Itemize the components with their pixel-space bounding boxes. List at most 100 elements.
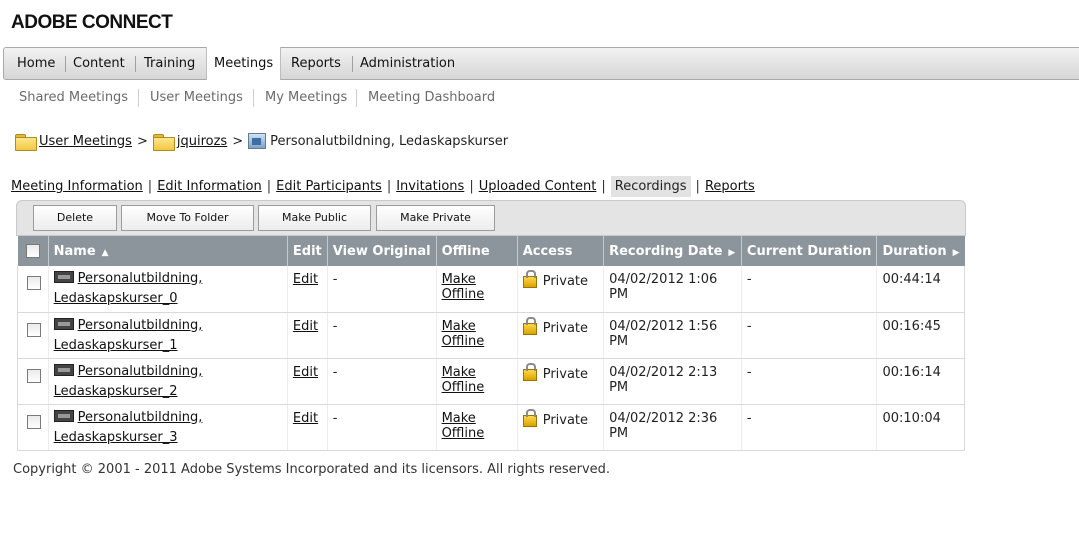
access-cell: Private [517,358,605,405]
nav-content[interactable]: Content [73,48,125,79]
current-duration-cell: - [741,266,878,313]
access-column-header: Access [517,236,605,266]
select-all-checkbox[interactable] [25,244,40,258]
current-duration-cell: - [741,358,878,405]
offline-cell: Make Offline [436,404,518,451]
breadcrumb-user-meetings[interactable]: User Meetings [39,134,132,149]
make-private-button[interactable]: Make Private [376,205,495,231]
recording-date-cell: 04/02/2012 2:13 PM [603,358,742,405]
row-select-cell [17,404,49,451]
recording-name-link[interactable]: Personalutbildning, Ledaskapskurser_3 [54,410,203,445]
breadcrumb-current-meeting: Personalutbildning, Ledaskapskurser [270,133,509,149]
row-checkbox[interactable] [27,414,41,429]
tab-recordings[interactable]: Recordings [610,175,691,197]
breadcrumb-user-folder[interactable]: jquirozs [177,134,227,149]
lock-icon [522,270,537,288]
recordings-table: Name ▲ Edit View Original Offline Access … [17,236,965,451]
duration-cell: 00:44:14 [876,266,965,313]
table-row: Personalutbildning, Ledaskapskurser_2 Edi… [17,358,965,405]
tab-reports[interactable]: Reports [705,179,755,194]
subnav-divider [138,89,139,107]
edit-column-header: Edit [287,236,328,266]
row-select-cell [17,312,49,359]
view-original-cell: - [327,312,437,359]
access-cell: Private [517,404,605,451]
recording-icon [53,271,74,283]
edit-link[interactable]: Edit [293,365,318,380]
breadcrumb: User Meetings > jquirozs > Personalutbil… [15,131,508,151]
nav-divider [135,56,136,72]
make-offline-link[interactable]: Make Offline [442,411,485,441]
offline-cell: Make Offline [436,312,518,359]
tab-invitations[interactable]: Invitations [396,179,464,194]
access-value: Private [542,274,589,289]
make-offline-link[interactable]: Make Offline [442,272,485,302]
nav-administration[interactable]: Administration [360,48,455,79]
copyright-footer: Copyright © 2001 - 2011 Adobe Systems In… [13,462,611,477]
recording-name-link[interactable]: Personalutbildning, Ledaskapskurser_2 [54,364,203,399]
subnav-meeting-dashboard[interactable]: Meeting Dashboard [368,89,495,107]
nav-home[interactable]: Home [17,48,55,79]
select-all-header [17,236,49,266]
row-checkbox[interactable] [27,322,41,337]
main-navigation: Home Content Training Meetings Reports A… [3,47,1079,80]
subnav-divider [253,89,254,107]
row-checkbox[interactable] [27,276,41,290]
nav-divider [352,56,353,72]
make-offline-link[interactable]: Make Offline [442,319,485,349]
access-value: Private [542,320,589,336]
table-row: Personalutbildning, Ledaskapskurser_0 Edi… [17,266,965,313]
edit-cell: Edit [287,266,328,313]
tab-edit-information[interactable]: Edit Information [157,179,262,194]
sort-arrow-icon: ▶ [728,247,736,258]
recording-date-cell: 04/02/2012 1:56 PM [603,312,742,359]
access-cell: Private [517,266,605,313]
offline-column-header: Offline [436,236,518,266]
delete-button[interactable]: Delete [33,205,117,231]
duration-cell: 00:10:04 [876,404,965,451]
tab-edit-participants[interactable]: Edit Participants [276,179,382,194]
nav-meetings[interactable]: Meetings [206,47,282,80]
make-offline-link[interactable]: Make Offline [442,365,485,395]
access-value: Private [542,366,589,382]
view-original-column-header: View Original [327,236,437,266]
recording-name-cell: Personalutbildning, Ledaskapskurser_0 [48,266,288,313]
nav-reports[interactable]: Reports [291,48,341,79]
recording-date-column-header[interactable]: Recording Date ▶ [603,236,742,266]
subnav-user-meetings[interactable]: User Meetings [150,89,243,107]
tab-meeting-information[interactable]: Meeting Information [11,179,143,194]
duration-cell: 00:16:45 [876,312,965,359]
edit-cell: Edit [287,404,328,451]
duration-cell: 00:16:14 [876,358,965,405]
breadcrumb-separator: > [232,133,244,149]
edit-link[interactable]: Edit [293,319,318,334]
name-column-header[interactable]: Name ▲ [48,236,288,266]
edit-cell: Edit [287,312,328,359]
row-checkbox[interactable] [27,368,41,383]
lock-icon [522,316,537,335]
recording-name-cell: Personalutbildning, Ledaskapskurser_3 [48,404,288,451]
duration-column-header[interactable]: Duration ▶ [876,236,965,266]
nav-divider [65,56,66,72]
move-to-folder-button[interactable]: Move To Folder [121,205,254,231]
subnav-shared-meetings[interactable]: Shared Meetings [19,89,128,107]
edit-link[interactable]: Edit [293,411,318,426]
nav-training[interactable]: Training [144,48,195,79]
recording-icon [53,363,74,376]
recording-name-link[interactable]: Personalutbildning, Ledaskapskurser_1 [54,318,203,353]
recording-name-link[interactable]: Personalutbildning, Ledaskapskurser_0 [54,271,203,306]
make-public-button[interactable]: Make Public [258,205,371,231]
table-row: Personalutbildning, Ledaskapskurser_3 Edi… [17,404,965,451]
edit-cell: Edit [287,358,328,405]
edit-link[interactable]: Edit [293,272,318,287]
subnav-divider [356,89,357,107]
tab-uploaded-content[interactable]: Uploaded Content [479,179,597,194]
recording-date-cell: 04/02/2012 1:06 PM [603,266,742,313]
view-original-cell: - [327,358,437,405]
recording-icon [53,317,74,330]
meeting-tabs: Meeting Information | Edit Information | E… [11,175,755,197]
subnav-my-meetings[interactable]: My Meetings [265,89,347,107]
sort-ascending-icon: ▲ [101,247,109,258]
offline-cell: Make Offline [436,358,518,405]
sort-arrow-icon: ▶ [952,247,960,258]
